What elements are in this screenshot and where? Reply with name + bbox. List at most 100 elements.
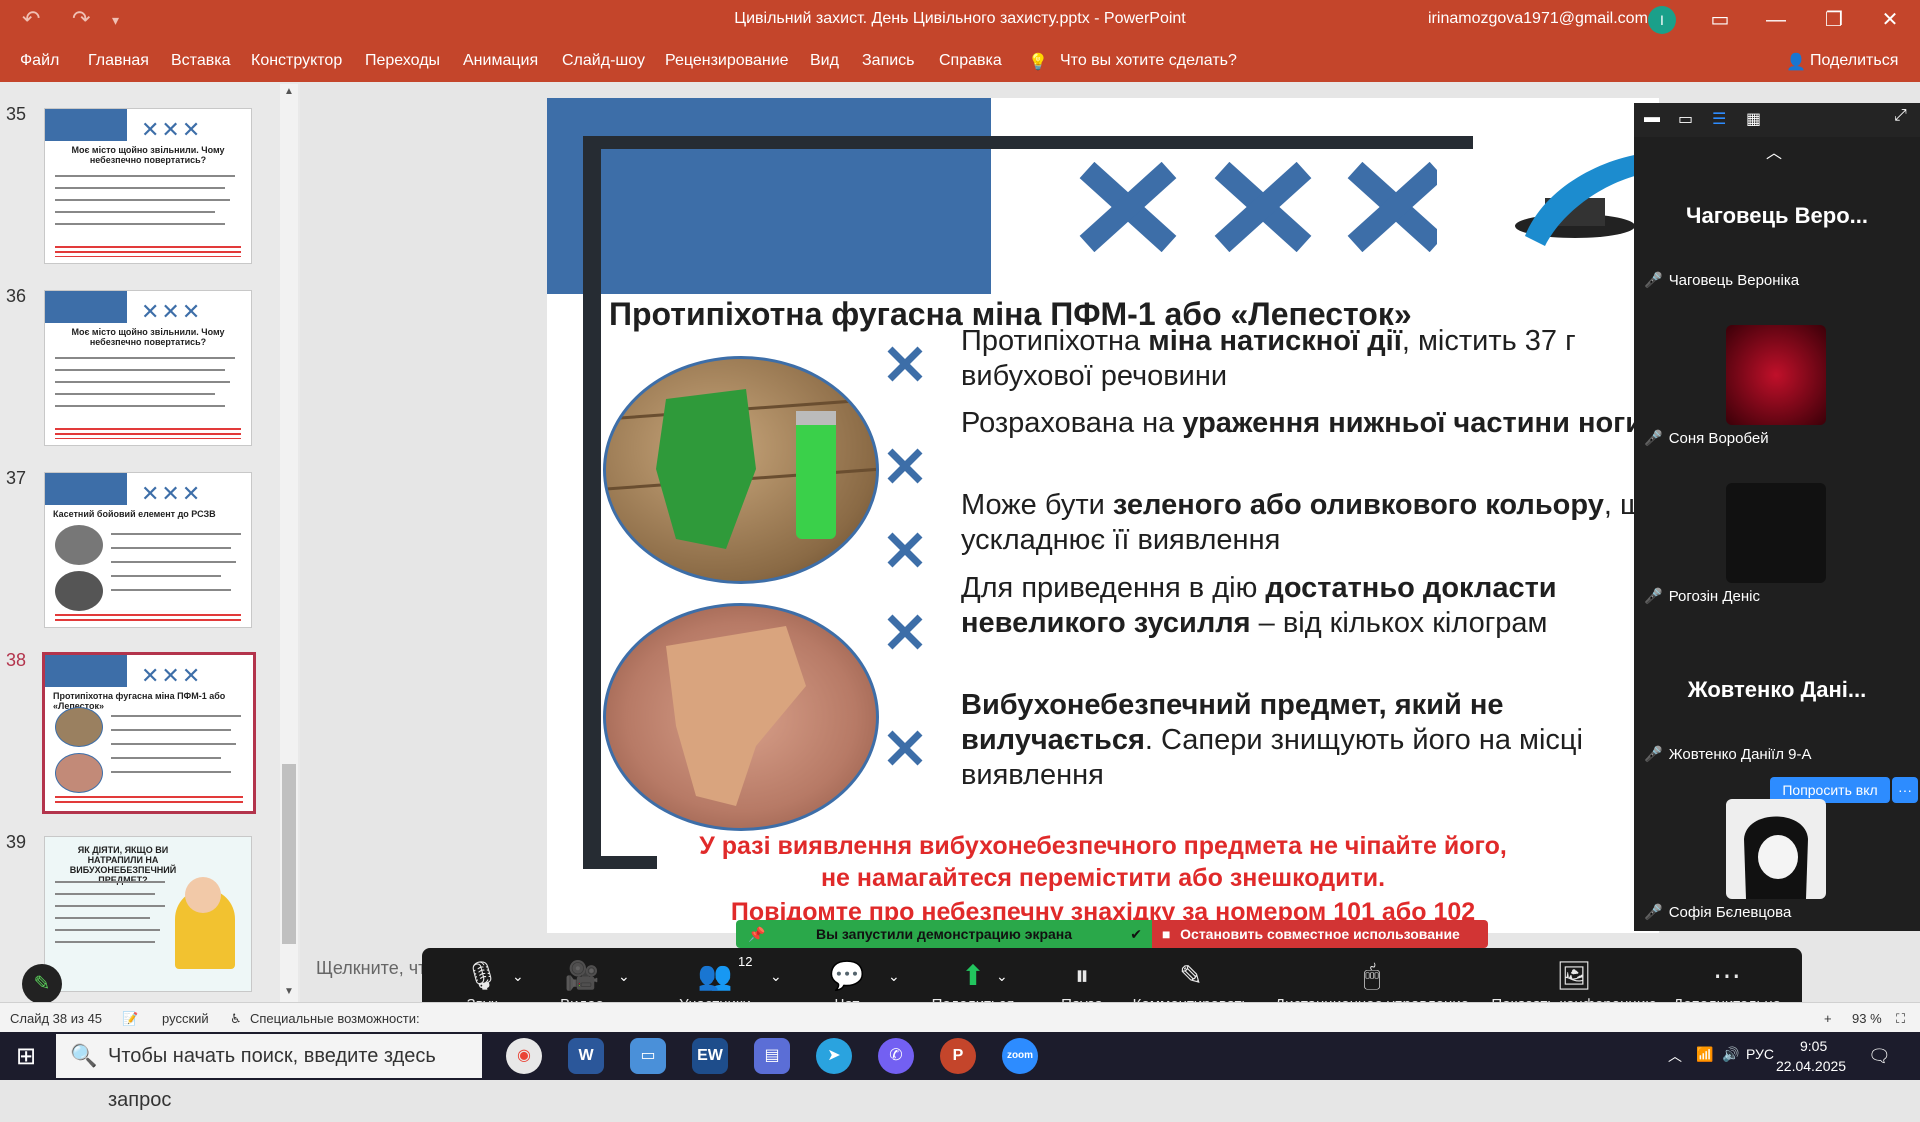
participants-chevron-icon[interactable]: ⌄ [770,968,782,985]
x-marks-icon: ✕✕✕ [141,299,203,324]
tab-view[interactable]: Вид [810,52,839,70]
participant-video [1726,483,1826,583]
scroll-down-icon[interactable]: ▼ [284,986,294,997]
share-user-icon: 👤 [1786,54,1806,71]
participants-count: 12 [738,954,753,969]
tab-file[interactable]: Файл [20,52,59,70]
title-bar: ↶ ↷ ▾ Цивільний захист. День Цивільного … [0,0,1920,40]
sharing-status[interactable]: 📌 Вы запустили демонстрацию экрана ✔ [736,920,1152,948]
gallery-view-icon[interactable]: ▦ [1746,109,1761,129]
zoom-in-icon[interactable]: + [1824,1011,1832,1026]
minimize-view-icon[interactable]: ▬ [1644,109,1660,127]
scroll-up-icon[interactable]: ▲ [284,86,294,97]
notifications-icon[interactable]: 🗨 [1868,1046,1891,1067]
thumb-number: 35 [6,104,27,124]
stop-share-button[interactable]: ■ Остановить совместное использование [1152,920,1488,948]
excel-ew-icon[interactable]: EW [692,1038,728,1074]
slide-frame-left [583,136,601,868]
tab-slideshow[interactable]: Слайд-шоу [562,52,645,70]
tab-record[interactable]: Запись [862,52,915,70]
windows-start-icon[interactable]: ⊞ [16,1042,36,1071]
mouse-icon: 🖱 [1363,960,1381,991]
ribbon-display-icon[interactable]: ▭ [1700,4,1740,36]
audio-options-chevron-icon[interactable]: ⌄ [512,968,524,985]
expand-icon[interactable]: ⤢ [1894,107,1907,125]
tab-transitions[interactable]: Переходы [365,52,440,70]
accessibility-status[interactable]: Специальные возможности: [250,1011,420,1026]
tab-review[interactable]: Рецензирование [665,52,789,70]
slide-thumbnail-35[interactable]: ✕✕✕ Моє місто щойно звільнили. Чому небе… [44,108,252,264]
share-button[interactable]: Поделиться [1810,52,1898,70]
scroll-up-chevron-icon[interactable]: ︿ [1766,139,1782,163]
annotate-pen-icon[interactable]: ✎ [22,964,62,1004]
fit-slide-icon[interactable]: ⛶ [1896,1011,1905,1027]
tab-help[interactable]: Справка [939,52,1002,70]
x-marks-icon [1079,162,1437,252]
accessibility-icon[interactable]: ♿ [230,1011,242,1027]
zoom-level[interactable]: 93 % [1852,1011,1882,1026]
telegram-icon[interactable]: ➤ [816,1038,852,1074]
bullet-4: Для приведення в дію достатньо докласти … [961,572,1557,639]
chrome-icon[interactable]: ◉ [506,1038,542,1074]
slide-thumbnail-37[interactable]: ✕✕✕ Касетний бойовий елемент до РСЗВ [44,472,252,628]
speaker-icon[interactable]: 🔊 [1722,1046,1739,1063]
minimize-icon[interactable]: — [1756,4,1796,36]
strip-view-icon[interactable]: ☰ [1712,109,1726,129]
viber-icon[interactable]: ✆ [878,1038,914,1074]
bullet-1: Протипіхотна міна натискної дії, містить… [961,325,1576,392]
bullet-3: Може бути зеленого або оливкового кольор… [961,489,1659,556]
current-slide[interactable]: Протипіхотна фугасна міна ПФМ-1 або «Леп… [547,98,1659,933]
wifi-icon[interactable]: 📶 [1696,1046,1713,1063]
share-chevron-icon[interactable]: ⌄ [996,968,1008,985]
mic-muted-icon: 🎤 [1644,430,1663,447]
single-view-icon[interactable]: ▭ [1678,109,1693,129]
word-icon[interactable]: W [568,1038,604,1074]
bullet-x-icon [887,614,923,650]
slide-thumbnail-36[interactable]: ✕✕✕ Моє місто щойно звільнили. Чому небе… [44,290,252,446]
zoom-participants-panel: ▬ ▭ ☰ ▦ ⤢ ︿ Чаговець Веро... 🎤 Чаговець В… [1634,103,1920,931]
slide-thumbnail-38-selected[interactable]: ✕✕✕ Протипіхотна фугасна міна ПФМ-1 або … [42,652,256,814]
more-options-button[interactable]: ··· [1892,777,1918,803]
close-icon[interactable]: ✕ [1870,4,1910,36]
mine-photo-1 [603,356,879,584]
slide-thumbnail-39[interactable]: ЯК ДІЯТИ, ЯКЩО ВИ НАТРАПИЛИ НА ВИБУХОНЕБ… [44,836,252,992]
search-icon: 🔍 [70,1043,98,1068]
language-indicator[interactable]: русский [162,1011,209,1026]
thumb-title: Моє місто щойно звільнили. Чому небезпеч… [71,327,225,347]
maximize-icon[interactable]: ❐ [1814,4,1854,36]
participant-avatar [1726,325,1826,425]
tell-me-search[interactable]: Что вы хотите сделать? [1060,52,1237,70]
warning-line-2: не намагайтеся перемістити або знешкодит… [820,864,1386,892]
participants-icon: 👥 [697,960,733,991]
taskbar-search-box[interactable]: 🔍 Чтобы начать поиск, введите здесь запр… [56,1034,482,1111]
account-email[interactable]: irinamozgova1971@gmail.com [1428,10,1648,28]
input-language[interactable]: РУС [1746,1046,1774,1062]
tab-insert[interactable]: Вставка [171,52,230,70]
clock-time[interactable]: 9:05 [1800,1038,1827,1054]
avatar[interactable]: I [1648,6,1676,34]
x-marks-icon: ✕✕✕ [141,663,203,688]
thumb-title: Моє місто щойно звільнили. Чому небезпеч… [71,145,225,165]
mine-photo-2 [603,603,879,831]
thumbnail-scrollbar[interactable]: ▲ ▼ [280,84,298,1002]
store-icon[interactable]: ▤ [754,1038,790,1074]
tray-up-chevron-icon[interactable]: ︿ [1668,1046,1682,1066]
zoom-app-icon[interactable]: zoom [1002,1038,1038,1074]
tab-home[interactable]: Главная [88,52,149,70]
scroll-thumb[interactable] [282,764,296,944]
mic-muted-icon: 🎤 [1644,904,1663,921]
clock-date[interactable]: 22.04.2025 [1776,1058,1846,1074]
mic-muted-icon: 🎤 [1644,588,1663,605]
participant-label: 🎤 Жовтенко Даніїл 9-А [1644,746,1812,763]
participant-avatar [1726,799,1826,899]
spellcheck-icon[interactable]: 📝 [122,1011,138,1027]
participant-name-large: Чаговець Веро... [1686,203,1868,228]
more-dots-icon: ⋯ [1713,960,1741,991]
tab-animations[interactable]: Анимация [463,52,538,70]
computer-icon[interactable]: ▭ [630,1038,666,1074]
thumb-number: 38 [6,650,27,670]
tab-design[interactable]: Конструктор [251,52,342,70]
video-options-chevron-icon[interactable]: ⌄ [618,968,630,985]
powerpoint-icon[interactable]: P [940,1038,976,1074]
chat-chevron-icon[interactable]: ⌄ [888,968,900,985]
